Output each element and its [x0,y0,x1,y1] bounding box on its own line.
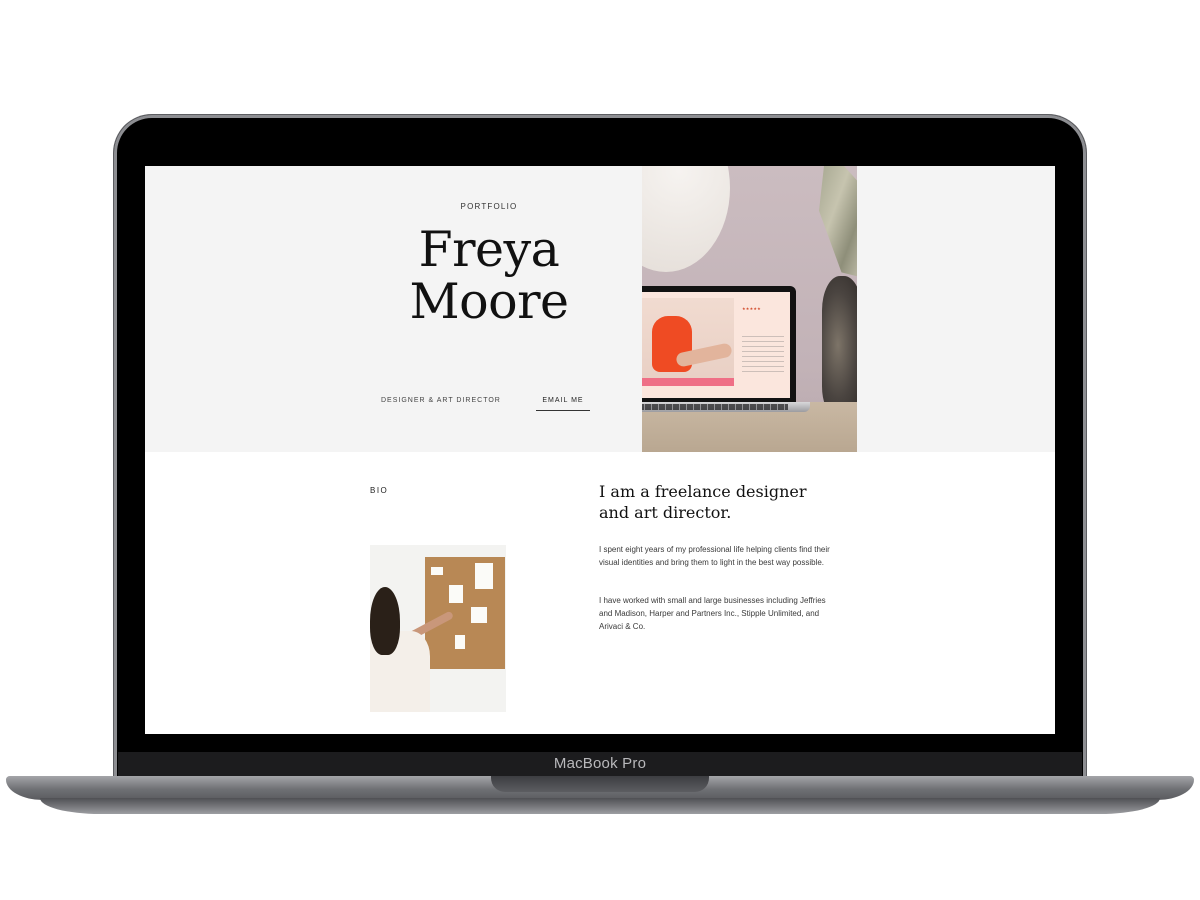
note-shape [475,563,493,589]
note-shape [455,635,465,649]
email-me-button[interactable]: EMAIL ME [536,392,590,411]
mockup-floor [642,378,734,386]
bio-headline: I am a freelance designer and art direct… [599,482,807,522]
laptop-mockup-keys [642,404,788,410]
hero-role: DESIGNER & ART DIRECTOR [381,397,501,404]
hero-name: Freya Moore [409,221,569,330]
hero-section: PORTFOLIO Freya Moore DESIGNER & ART DIR… [145,166,1055,452]
star-rating-icon: ★★★★★ [742,306,761,311]
laptop-base-lip [40,798,1160,814]
note-shape [431,567,443,575]
mockup-image [642,298,734,386]
laptop-notch [491,776,709,792]
device-label: MacBook Pro [553,755,647,772]
note-shape [449,585,463,603]
bio-paragraph-1: I spent eight years of my professional l… [599,545,830,567]
mirror-shape [642,166,730,272]
laptop-mockup-screen: ★★★★★ [642,292,790,398]
figure-hair [370,587,400,655]
vase-shape [822,276,857,414]
hero-photo: ★★★★★ [642,166,857,452]
corkboard-shape [425,557,505,669]
bio-paragraph-2: I have worked with small and large busin… [599,596,826,631]
plant-shape [819,166,857,278]
website-screen: PORTFOLIO Freya Moore DESIGNER & ART DIR… [145,166,1055,734]
hero-eyebrow: PORTFOLIO [460,202,518,211]
bio-label: BIO [370,486,389,495]
mockup-text-lines [742,336,784,376]
note-shape [471,607,487,623]
bio-photo [370,545,506,712]
